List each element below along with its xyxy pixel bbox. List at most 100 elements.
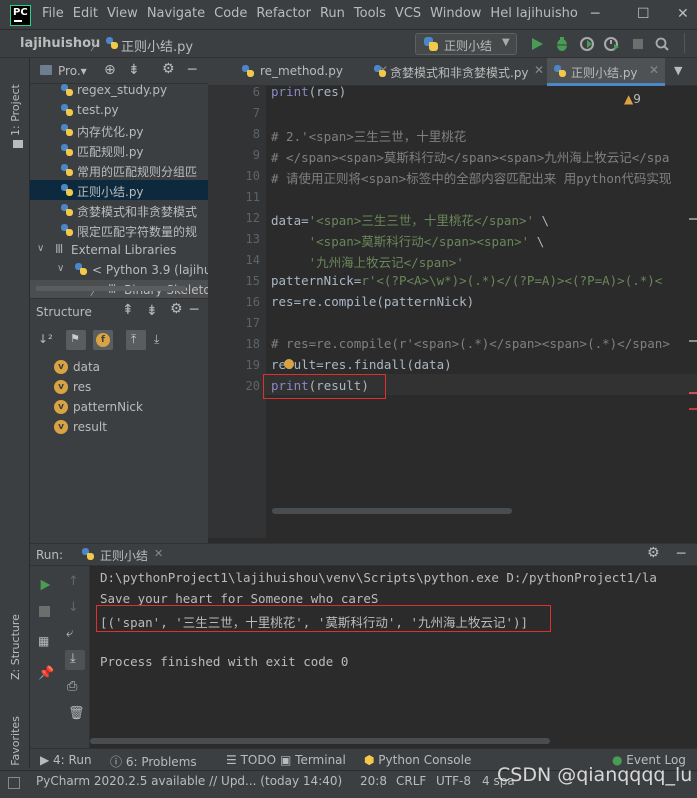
- terminal-icon: ▣: [280, 753, 296, 767]
- autoscroll-to-source-icon[interactable]: ⤒: [126, 330, 146, 350]
- console-output[interactable]: D:\pythonProject1\lajihuishou\venv\Scrip…: [30, 544, 697, 749]
- chevron-down-icon[interactable]: ∨: [37, 243, 44, 254]
- project-tree-item[interactable]: 匹配规则.py: [30, 140, 208, 160]
- project-tree-item[interactable]: ∨ < Python 3.9 (lajihuis: [30, 260, 208, 280]
- code-line[interactable]: '九州海上牧云记</span>': [271, 252, 464, 271]
- structure-item[interactable]: v patternNick: [30, 397, 208, 417]
- code-token: \: [529, 234, 545, 249]
- run-tool-window: Run: 正则小结 ✕ ⚙ ─ ▦ 📌 ↑ ↓ ⤶ ⤓ ⎙ 🗑 D:\pytho…: [30, 543, 697, 749]
- tree-hscroll[interactable]: [30, 282, 208, 292]
- menu-file[interactable]: File: [42, 6, 64, 21]
- project-tree-item[interactable]: 常用的匹配规则分组匹: [30, 160, 208, 180]
- code-token: '<span>三生三世，十里桃花</span>': [308, 213, 535, 228]
- show-fields-toggle[interactable]: ⚑: [66, 330, 86, 350]
- code-line[interactable]: # </span><span>莫斯科行动</span><span>九州海上牧云记…: [271, 147, 669, 166]
- problems-tool-tab[interactable]: ⓘ 6: Problems: [110, 753, 197, 770]
- info-icon: ⓘ: [110, 755, 126, 769]
- console-hscroll[interactable]: [90, 738, 550, 744]
- expand-all-icon[interactable]: ⇞: [122, 302, 134, 318]
- terminal-tool-tab[interactable]: ▣ Terminal: [280, 753, 346, 767]
- run-icon[interactable]: [529, 36, 545, 52]
- run-with-coverage-icon[interactable]: [579, 36, 595, 52]
- project-tool-tab[interactable]: 1: Project: [9, 84, 22, 136]
- breadcrumb-file[interactable]: 正则小结.py: [121, 36, 193, 55]
- code-line[interactable]: # res=re.compile(r'<span>(.*)</span><spa…: [271, 336, 670, 351]
- python-console-tool-tab[interactable]: ⬢ Python Console: [364, 753, 471, 767]
- watermark: CSDN @qianqqqq_lu: [497, 764, 693, 786]
- run-tool-tab[interactable]: ▶ 4: Run: [40, 753, 92, 767]
- search-everywhere-icon[interactable]: [654, 36, 670, 52]
- project-tree-item[interactable]: ∨ Ⅲ External Libraries: [30, 240, 208, 260]
- structure-tool-tab[interactable]: Z: Structure: [9, 614, 22, 680]
- menu-code[interactable]: Code: [214, 6, 247, 21]
- structure-item[interactable]: v result: [30, 417, 208, 437]
- project-tree-item[interactable]: 内存优化.py: [30, 120, 208, 140]
- code-line[interactable]: # 2.'<span>三生三世，十里桃花: [271, 126, 466, 145]
- menu-run[interactable]: Run: [320, 6, 345, 21]
- autoscroll-from-source-icon[interactable]: ⤓: [154, 332, 159, 347]
- caret-position[interactable]: 20:8: [360, 774, 387, 788]
- locate-icon[interactable]: ⊕: [104, 62, 116, 78]
- menu-hel[interactable]: Hel: [490, 6, 511, 21]
- code-area[interactable]: print(res) # 2.'<span>三生三世，十里桃花 # </span><…: [208, 58, 697, 543]
- menu-vcs[interactable]: VCS: [395, 6, 421, 21]
- code-line[interactable]: # 请使用正则将<span>标签中的全部内容匹配出来 用python代码实现: [271, 168, 671, 187]
- line-separator[interactable]: CRLF: [396, 774, 426, 788]
- menu-edit[interactable]: Edit: [73, 6, 98, 21]
- editor-hscroll[interactable]: [272, 508, 512, 514]
- code-token: # res=re.compile(r'<span>(.*)</span><spa…: [271, 336, 670, 351]
- hide-icon[interactable]: ─: [190, 302, 198, 318]
- code-line[interactable]: data='<span>三生三世，十里桃花</span>' \: [271, 210, 549, 229]
- structure-item[interactable]: v data: [30, 357, 208, 377]
- scroll-mark: [689, 218, 697, 220]
- inspection-widget[interactable]: ▲9: [624, 92, 641, 106]
- project-tree-item[interactable]: 限定匹配字符数量的规: [30, 220, 208, 240]
- toolbar-overflow[interactable]: [684, 33, 697, 53]
- stop-icon[interactable]: [630, 36, 646, 52]
- warning-count: 9: [633, 92, 641, 106]
- close-icon[interactable]: ✕: [677, 6, 689, 22]
- code-token: data=: [271, 213, 309, 228]
- project-panel: Pro.▾ ⊕ ⇟ ⚙ ─ regex_study.py test.py 内存优化.…: [30, 58, 208, 300]
- breadcrumb-project[interactable]: lajihuishou: [20, 36, 100, 51]
- project-view-selector[interactable]: Pro.▾: [58, 64, 87, 78]
- code-line[interactable]: print(res): [271, 84, 346, 99]
- code-token: patternNick=: [271, 273, 362, 288]
- run-configuration-dropdown[interactable]: 正则小结 ▼: [415, 33, 517, 55]
- maximize-icon[interactable]: ☐: [637, 6, 650, 22]
- hide-icon[interactable]: ─: [188, 62, 196, 78]
- debug-icon[interactable]: [554, 36, 570, 52]
- project-tree-item[interactable]: 正则小结.py: [30, 180, 208, 200]
- python-file-icon: [61, 224, 73, 236]
- tool-window-toggle-icon[interactable]: [8, 777, 20, 789]
- menu-refactor[interactable]: Refactor: [256, 6, 311, 21]
- project-tree-item[interactable]: regex_study.py: [30, 80, 208, 100]
- menu-window[interactable]: Window: [430, 6, 481, 21]
- structure-item[interactable]: v res: [30, 377, 208, 397]
- code-line[interactable]: result=res.findall(data): [271, 357, 452, 372]
- status-message[interactable]: PyCharm 2020.2.5 available // Upd... (to…: [36, 774, 342, 788]
- gear-icon[interactable]: ⚙: [162, 61, 175, 77]
- file-encoding[interactable]: UTF-8: [436, 774, 471, 788]
- code-line[interactable]: patternNick=r'<(?P<A>\w*)>(.*)</(?P=A)><…: [271, 273, 662, 288]
- minimize-icon[interactable]: ─: [591, 6, 599, 22]
- project-tree-item[interactable]: test.py: [30, 100, 208, 120]
- structure-item-label: res: [73, 380, 92, 394]
- collapse-all-icon[interactable]: ⇟: [128, 62, 140, 78]
- code-token: r'<(?P<A>\w*)>(.*)</(?P=A)><(?P=A)>(.*)<: [361, 273, 663, 288]
- profile-icon[interactable]: [604, 36, 620, 52]
- menu-view[interactable]: View: [107, 6, 138, 21]
- code-editor[interactable]: re_method.py ✕ 贪婪模式和非贪婪模式.py ✕ 正则小结.py ✕…: [208, 58, 697, 543]
- project-tree-item[interactable]: 贪婪模式和非贪婪模式: [30, 200, 208, 220]
- chevron-down-icon[interactable]: ∨: [57, 263, 64, 274]
- intention-bulb-icon[interactable]: [284, 359, 294, 369]
- menu-tools[interactable]: Tools: [354, 6, 386, 21]
- code-line[interactable]: res=re.compile(patternNick): [271, 294, 474, 309]
- sort-alphabetically-icon[interactable]: ↓²: [38, 332, 53, 346]
- show-methods-toggle[interactable]: f: [93, 330, 113, 350]
- code-line[interactable]: '<span>莫斯科行动</span><span>' \: [271, 231, 545, 250]
- menu-navigate[interactable]: Navigate: [147, 6, 205, 21]
- collapse-all-icon[interactable]: ⇟: [146, 303, 158, 319]
- todo-tool-tab[interactable]: ☰ TODO: [226, 753, 276, 767]
- gear-icon[interactable]: ⚙: [170, 301, 183, 317]
